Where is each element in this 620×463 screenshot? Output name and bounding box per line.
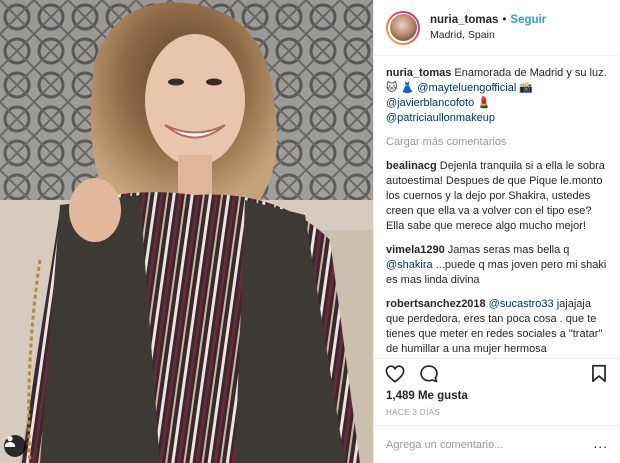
comment-item: bealinacg Dejenla tranquila si a ella le …: [386, 159, 608, 234]
comment-username[interactable]: bealinacg: [386, 160, 437, 172]
user-tag-button[interactable]: [4, 435, 26, 457]
lipstick-emoji-icon: 💄: [477, 97, 491, 109]
caption: nuria_tomas Enamorada de Madrid y su luz.…: [386, 66, 608, 126]
add-comment-bar: ...: [374, 425, 620, 463]
user-tag-icon: [4, 436, 16, 447]
post-timestamp[interactable]: HACE 3 DÍAS: [374, 402, 620, 425]
caption-mention-2[interactable]: @javierblancofoto: [386, 97, 474, 109]
load-more-comments-button[interactable]: Cargar más comentarios: [386, 135, 608, 150]
likes-count[interactable]: 1,489 Me gusta: [374, 388, 620, 402]
caption-mention-3[interactable]: @patriciaullonmakeup: [386, 112, 495, 124]
comment-username[interactable]: vimela1290: [386, 244, 445, 256]
caption-username[interactable]: nuria_tomas: [386, 67, 451, 79]
add-comment-input[interactable]: [386, 438, 594, 451]
comment-mention[interactable]: @shakira: [386, 259, 433, 271]
dress-emoji-icon: 👗: [400, 82, 415, 94]
comment-username[interactable]: robertsanchez2018: [386, 298, 486, 310]
comment-icon: [420, 364, 438, 382]
like-button[interactable]: [384, 363, 406, 385]
save-button[interactable]: [588, 363, 610, 385]
instagram-post: nuria_tomas • Seguir Madrid, Spain nuria…: [0, 0, 620, 463]
post-sidebar: nuria_tomas • Seguir Madrid, Spain nuria…: [373, 0, 620, 463]
caption-mention-1[interactable]: @mayteluengofficial: [417, 82, 516, 94]
post-photo[interactable]: [0, 0, 373, 463]
header-separator: •: [502, 13, 507, 26]
heart-icon: [385, 364, 405, 383]
comment-item: robertsanchez2018 @sucastro33 jajajaja qu…: [386, 297, 608, 357]
avatar[interactable]: [386, 10, 420, 45]
comment-button[interactable]: [418, 363, 440, 385]
camera-emoji-icon: 📸: [519, 82, 534, 94]
photo-illustration: [0, 0, 373, 463]
comment-text: Jamas seras mas bella q: [447, 244, 570, 256]
comment-mention[interactable]: @sucastro33: [489, 298, 554, 310]
comment-item: vimela1290 Jamas seras mas bella q @shaki…: [386, 243, 608, 288]
header-username[interactable]: nuria_tomas: [430, 13, 498, 28]
bookmark-icon: [592, 364, 606, 383]
follow-button[interactable]: Seguir: [510, 13, 546, 28]
more-options-button[interactable]: ...: [593, 436, 608, 452]
post-header: nuria_tomas • Seguir Madrid, Spain: [374, 0, 620, 56]
action-bar: [374, 358, 620, 388]
comments-list[interactable]: nuria_tomas Enamorada de Madrid y su luz.…: [374, 56, 620, 358]
avatar-image: [389, 14, 417, 41]
location-link[interactable]: Madrid, Spain: [430, 28, 546, 43]
